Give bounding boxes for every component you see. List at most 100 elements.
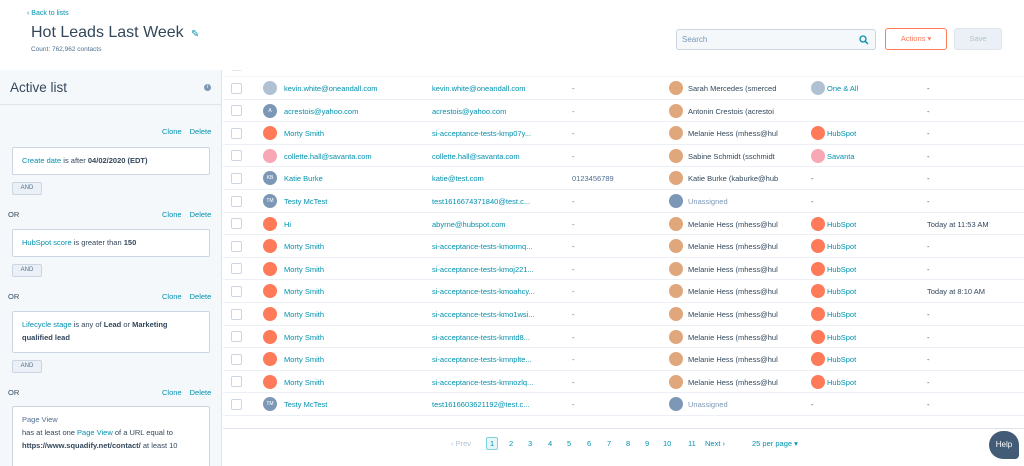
associated-company-link[interactable]: HubSpot xyxy=(827,378,856,387)
per-page-select[interactable]: 25 per page ▾ xyxy=(752,439,798,448)
row-checkbox[interactable] xyxy=(231,331,242,343)
filter-property[interactable]: Create date xyxy=(22,156,61,165)
contact-email-link[interactable]: si-acceptance-tests-kmnozlq... xyxy=(432,378,572,387)
contact-email-link[interactable]: acrestois@yahoo.com xyxy=(432,107,572,116)
page-link-9[interactable]: 9 xyxy=(645,439,649,448)
next-button[interactable]: Next › xyxy=(705,439,725,448)
info-icon[interactable]: i xyxy=(204,84,211,91)
filter-link[interactable]: Page View xyxy=(77,428,113,437)
back-to-lists-link[interactable]: ‹ Back to lists xyxy=(27,10,69,17)
contact-name-link[interactable]: Morty Smith xyxy=(284,242,324,251)
filter-card-create-date[interactable]: Create date is after 04/02/2020 (EDT) xyxy=(12,147,210,175)
delete-button[interactable]: Delete xyxy=(190,388,212,397)
row-checkbox[interactable] xyxy=(231,105,242,117)
associated-company-link[interactable]: HubSpot xyxy=(827,355,856,364)
clone-button[interactable]: Clone xyxy=(162,210,182,219)
contact-email-link[interactable]: si-acceptance-tests-kmp07y... xyxy=(432,129,572,138)
associated-company-link[interactable]: Savanta xyxy=(827,152,855,161)
table-row[interactable]: Morty Smith si-acceptance-tests-kmnplte..… xyxy=(223,348,1024,371)
associated-company-link[interactable]: - xyxy=(811,174,814,183)
row-checkbox[interactable] xyxy=(231,82,242,94)
page-link-8[interactable]: 8 xyxy=(626,439,630,448)
row-checkbox[interactable] xyxy=(231,127,242,139)
contact-name-link[interactable]: Morty Smith xyxy=(284,287,324,296)
clone-button[interactable]: Clone xyxy=(162,388,182,397)
contact-email-link[interactable]: abyrne@hubspot.com xyxy=(432,220,572,229)
table-row[interactable]: Hi abyrne@hubspot.com - Melanie Hess (mhess… xyxy=(223,213,1024,236)
associated-company-link[interactable]: HubSpot xyxy=(827,287,856,296)
associated-company-link[interactable]: - xyxy=(811,400,814,409)
contact-email-link[interactable]: katie@test.com xyxy=(432,174,572,183)
row-checkbox[interactable] xyxy=(231,150,242,162)
associated-company-link[interactable]: HubSpot xyxy=(827,129,856,138)
filter-card-hubspot-score[interactable]: HubSpot score is greater than 150 xyxy=(12,229,210,257)
row-checkbox[interactable] xyxy=(231,285,242,297)
page-link-10[interactable]: 10 xyxy=(663,439,671,448)
next-label[interactable]: Next xyxy=(705,439,720,448)
contact-email-link[interactable]: si-acceptance-tests-kmntd8... xyxy=(432,333,572,342)
search-input[interactable] xyxy=(677,30,847,49)
table-row[interactable]: Morty Smith si-acceptance-tests-kmoj221..… xyxy=(223,258,1024,281)
delete-button[interactable]: Delete xyxy=(190,210,212,219)
row-checkbox[interactable] xyxy=(231,195,242,207)
page-link-5[interactable]: 5 xyxy=(567,439,571,448)
page-link-7[interactable]: 7 xyxy=(607,439,611,448)
actions-button[interactable]: Actions ▾ xyxy=(885,28,947,50)
prev-label[interactable]: Prev xyxy=(456,439,471,448)
and-button[interactable]: AND xyxy=(12,264,42,277)
page-link-3[interactable]: 3 xyxy=(528,439,532,448)
associated-company-link[interactable]: HubSpot xyxy=(827,265,856,274)
delete-button[interactable]: Delete xyxy=(190,127,212,136)
contact-name-link[interactable]: Testy McTest xyxy=(284,400,327,409)
row-checkbox[interactable] xyxy=(231,376,242,388)
save-button[interactable]: Save xyxy=(954,28,1002,50)
and-button[interactable]: AND xyxy=(12,182,42,195)
search-icon[interactable] xyxy=(859,35,869,45)
contact-name-link[interactable]: Hi xyxy=(284,220,291,229)
table-row[interactable]: TM Testy McTest test1616603621192@test.c..… xyxy=(223,393,1024,416)
table-row[interactable]: Morty Smith si-acceptance-tests-kmnozlq..… xyxy=(223,371,1024,394)
contact-email-link[interactable]: si-acceptance-tests-kmnplte... xyxy=(432,355,572,364)
associated-company-link[interactable]: HubSpot xyxy=(827,333,856,342)
page-link-1[interactable]: 1 xyxy=(486,437,499,450)
contact-name-link[interactable]: acrestois@yahoo.com xyxy=(284,107,358,116)
row-checkbox[interactable] xyxy=(231,70,242,71)
page-link-4[interactable]: 4 xyxy=(548,439,552,448)
contact-name-link[interactable]: Katie Burke xyxy=(284,174,323,183)
row-checkbox[interactable] xyxy=(231,172,242,184)
filter-property[interactable]: HubSpot score xyxy=(22,238,72,247)
help-button[interactable]: Help xyxy=(989,431,1019,459)
contact-name-link[interactable]: collette.hall@savanta.com xyxy=(284,152,372,161)
contact-email-link[interactable]: collette.hall@savanta.com xyxy=(432,152,572,161)
contact-name-link[interactable]: Morty Smith xyxy=(284,310,324,319)
contact-email-link[interactable]: kevin.white@oneandall.com xyxy=(432,84,572,93)
and-button[interactable]: AND xyxy=(12,360,42,373)
table-row[interactable]: Morty Smith si-acceptance-tests-kmoahcy..… xyxy=(223,280,1024,303)
contact-name-link[interactable]: Morty Smith xyxy=(284,378,324,387)
clone-button[interactable]: Clone xyxy=(162,127,182,136)
row-checkbox[interactable] xyxy=(231,240,242,252)
table-row[interactable]: Morty Smith si-acceptance-tests-kmormq...… xyxy=(223,235,1024,258)
prev-button[interactable]: ‹ Prev xyxy=(451,439,471,448)
table-row[interactable]: kevin.white@oneandall.com kevin.white@one… xyxy=(223,77,1024,100)
clone-button[interactable]: Clone xyxy=(162,292,182,301)
contact-name-link[interactable]: kevin.white@oneandall.com xyxy=(284,84,378,93)
associated-company-link[interactable]: HubSpot xyxy=(827,242,856,251)
row-checkbox[interactable] xyxy=(231,353,242,365)
associated-company-link[interactable]: HubSpot xyxy=(827,220,856,229)
contact-email-link[interactable]: test1616603621192@test.c... xyxy=(432,400,572,409)
table-row[interactable]: KB Katie Burke katie@test.com 0123456789 Kat… xyxy=(223,167,1024,190)
table-row[interactable]: collette.hall@savanta.com collette.hall@s… xyxy=(223,145,1024,168)
filter-property[interactable]: Lifecycle stage xyxy=(22,320,72,329)
contact-email-link[interactable]: si-acceptance-tests-kmoj221... xyxy=(432,265,572,274)
contact-email-link[interactable]: si-acceptance-tests-kmoahcy... xyxy=(432,287,572,296)
contact-name-link[interactable]: Morty Smith xyxy=(284,333,324,342)
page-link-6[interactable]: 6 xyxy=(587,439,591,448)
delete-button[interactable]: Delete xyxy=(190,292,212,301)
contact-email-link[interactable]: test1616674371840@test.c... xyxy=(432,197,572,206)
contact-email-link[interactable]: si-acceptance-tests-kmo1wsi... xyxy=(432,310,572,319)
table-row[interactable]: Morty Smith si-acceptance-tests-kmo1wsi..… xyxy=(223,303,1024,326)
table-row[interactable]: Aacrestois@yahoo.com acrestois@yahoo.com -… xyxy=(223,100,1024,123)
contact-name-link[interactable]: Morty Smith xyxy=(284,129,324,138)
filter-card-page-view[interactable]: Page View has at least one Page View of … xyxy=(12,406,210,466)
